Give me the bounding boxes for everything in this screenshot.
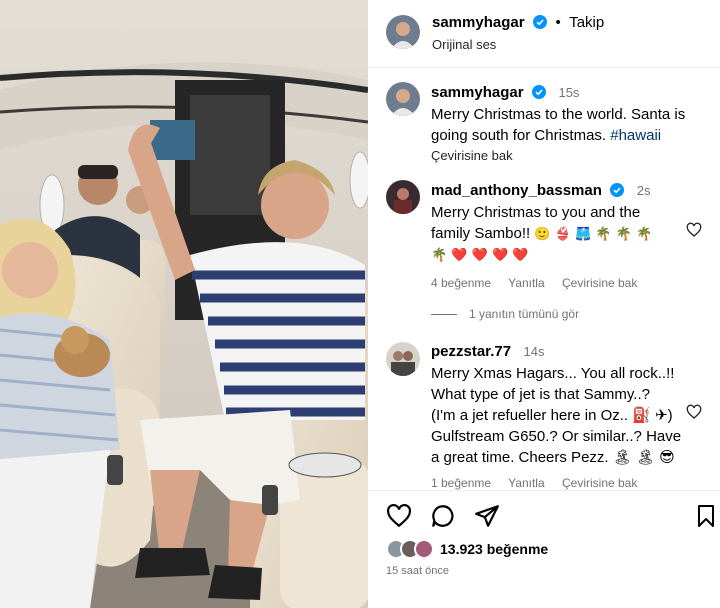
- caption-block: sammyhagar 15s Merry Christmas to the wo…: [431, 84, 701, 163]
- comment-see-translation[interactable]: Çevirisine bak: [562, 476, 637, 490]
- comment-see-translation[interactable]: Çevirisine bak: [562, 276, 637, 290]
- comment-time[interactable]: 14s: [524, 344, 545, 359]
- caption-username[interactable]: sammyhagar: [431, 84, 524, 101]
- likes-count: 13.923 beğenme: [440, 541, 549, 557]
- comment-block: mad_anthony_bassman 2s Merry Christmas t…: [431, 182, 681, 290]
- liker-avatars: [386, 539, 434, 559]
- caption-time[interactable]: 15s: [558, 85, 579, 100]
- comment-likes[interactable]: 1 beğenme: [431, 476, 491, 490]
- caption-see-translation[interactable]: Çevirisine bak: [431, 148, 701, 163]
- liker-avatar: [414, 539, 434, 559]
- separator-dot: •: [555, 14, 561, 31]
- bookmark-icon[interactable]: [694, 503, 718, 529]
- verified-badge-icon: [610, 183, 625, 197]
- comment-text: Merry Xmas Hagars... You all rock..!! Wh…: [431, 363, 691, 468]
- verified-badge-icon: [533, 15, 548, 29]
- author-avatar[interactable]: [386, 15, 420, 49]
- comment-line: Gulfstream G650.? Or similar..? Have: [431, 428, 682, 445]
- share-icon[interactable]: [474, 503, 500, 529]
- comment-username[interactable]: mad_anthony_bassman: [431, 182, 602, 199]
- comment-like-heart-icon[interactable]: [686, 222, 702, 238]
- comment-like-heart-icon[interactable]: [686, 404, 702, 420]
- comment-avatar[interactable]: [386, 342, 420, 376]
- replies-divider: [431, 313, 457, 315]
- audio-label[interactable]: Orijinal ses: [432, 37, 496, 52]
- comment-line: (I'm a jet refueller here in Oz.. ⛽ ✈): [431, 407, 673, 424]
- comment-text: Merry Christmas to you and the family Sa…: [431, 202, 681, 266]
- follow-button[interactable]: Takip: [569, 14, 604, 31]
- heart-icon[interactable]: [386, 503, 412, 529]
- comment-line: Merry Christmas to you and the: [431, 204, 641, 221]
- comment-line: family Sambo!!: [431, 225, 531, 242]
- view-replies-label: 1 yanıtın tümünü gör: [469, 307, 580, 321]
- header-title-row: sammyhagar • Takip: [432, 14, 604, 32]
- comment-time[interactable]: 2s: [637, 183, 651, 198]
- comment-meta: 1 beğenme Yanıtla Çevirisine bak: [431, 476, 691, 490]
- comment-line: a great time. Cheers Pezz. 🏝 🏝 😎: [431, 449, 675, 466]
- comment-line: What type of jet is that Sammy..?: [431, 386, 650, 403]
- post-photo[interactable]: [0, 0, 368, 608]
- post-details-panel: sammyhagar • Takip Orijinal ses sammyhag…: [368, 0, 720, 608]
- comment-meta: 4 beğenme Yanıtla Çevirisine bak: [431, 276, 681, 290]
- caption-avatar[interactable]: [386, 82, 420, 116]
- post-header: sammyhagar • Takip Orijinal ses: [368, 0, 720, 68]
- view-replies[interactable]: 1 yanıtın tümünü gör: [431, 307, 579, 321]
- comment-username[interactable]: pezzstar.77: [431, 343, 511, 360]
- jet-interior-photo: [0, 0, 368, 608]
- reply-button[interactable]: Yanıtla: [508, 476, 544, 490]
- hashtag-link[interactable]: #hawaii: [610, 127, 661, 144]
- comment-avatar[interactable]: [386, 180, 420, 214]
- verified-badge-icon: [532, 85, 547, 99]
- post-timestamp[interactable]: 15 saat önce: [386, 565, 449, 577]
- author-username[interactable]: sammyhagar: [432, 14, 525, 31]
- comment-block: pezzstar.77 14s Merry Xmas Hagars... You…: [431, 343, 691, 490]
- likes-row[interactable]: 13.923 beğenme: [386, 539, 548, 559]
- comment-emojis: 🙂 👙 🩳 🌴 🌴 🌴: [534, 227, 653, 242]
- reply-button[interactable]: Yanıtla: [508, 276, 544, 290]
- comment-icon[interactable]: [430, 503, 456, 529]
- comment-line: Merry Xmas Hagars... You all rock..!!: [431, 365, 675, 382]
- comment-emojis: 🌴 ❤️ ❤️ ❤️ ❤️: [431, 248, 529, 263]
- comment-likes[interactable]: 4 beğenme: [431, 276, 491, 290]
